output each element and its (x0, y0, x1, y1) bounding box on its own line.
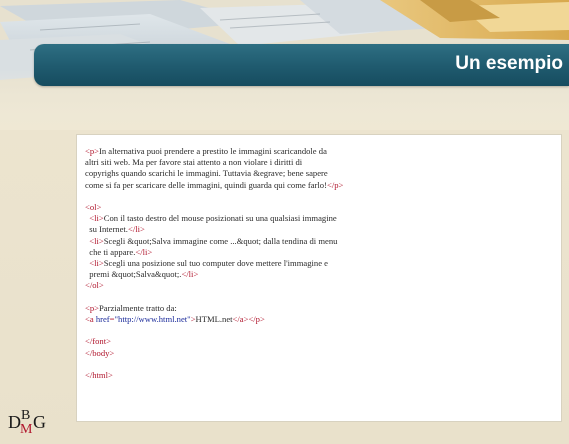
code-line: altri siti web. Ma per favore stai atten… (85, 157, 302, 167)
code-token-tag: <a (85, 314, 96, 324)
code-line: copyrighs quando scarichi le immagini. T… (85, 168, 328, 178)
code-token-tag: </ol> (85, 280, 104, 291)
code-token-txt: In alternativa puoi prendere a prestito … (99, 146, 327, 156)
code-token-tag: <li> (89, 213, 104, 224)
code-token-txt: su Internet. (85, 224, 128, 235)
code-line: premi &quot;Salva&quot;.</li> (85, 269, 198, 279)
code-line: <a href="http://www.html.net">HTML.net</… (85, 314, 265, 324)
code-token-tag: </html> (85, 370, 113, 380)
slide-title: Un esempio (455, 53, 563, 74)
code-token-tag: <li> (89, 235, 104, 246)
code-line: </ol> (85, 280, 104, 290)
code-token-txt: premi &quot;Salva&quot;. (85, 269, 182, 280)
code-token-tag: <ol> (85, 202, 102, 212)
code-line: su Internet.</li> (85, 224, 145, 234)
code-line: <p>In alternativa puoi prendere a presti… (85, 146, 327, 156)
code-line: </body> (85, 348, 114, 358)
code-token-tag: </a></p> (232, 314, 265, 324)
code-line: <li>Con il tasto destro del mouse posizi… (85, 213, 337, 224)
code-token-txt: Scegli &quot;Salva immagine come ...&quo… (103, 235, 338, 246)
code-token-tag: </body> (85, 347, 115, 358)
code-token-txt: altri siti web. Ma per favore stai atten… (85, 157, 303, 168)
logo-letter-m: M (20, 422, 33, 436)
code-token-tag: </li> (135, 246, 153, 257)
code-token-tag: </li> (181, 269, 199, 280)
code-line: che ti appare.</li> (85, 247, 152, 257)
code-line: <li>Scegli &quot;Salva immagine come ...… (85, 236, 337, 246)
logo-letter-b: B (21, 408, 30, 423)
code-token-tag: </li> (127, 224, 145, 235)
code-token-attr: href (95, 314, 110, 324)
code-token-txt: HTML.net (195, 314, 233, 324)
code-token-txt: Con il tasto destro del mouse posizionat… (103, 213, 337, 224)
title-bar: Un esempio (34, 44, 569, 86)
code-token-tag: <p> (85, 302, 99, 313)
dbmg-logo: D B M G (6, 402, 66, 437)
code-line: </html> (85, 370, 113, 380)
code-line: come si fa per scaricare delle immagini,… (85, 180, 343, 190)
code-token-txt: Scegli una posizione sul tuo computer do… (103, 258, 328, 268)
code-token-txt: come si fa per scaricare delle immagini,… (85, 179, 327, 190)
code-line: <p>Parzialmente tratto da: (85, 303, 177, 313)
code-token-tag: <li> (89, 258, 104, 268)
code-token-str: "http://www.html.net" (114, 314, 191, 324)
code-token-txt: copyrighs quando scarichi le immagini. T… (85, 168, 328, 179)
code-token-txt: che ti appare. (85, 246, 136, 257)
code-line: </font> (85, 336, 111, 346)
code-screenshot: <p>In alternativa puoi prendere a presti… (76, 134, 562, 422)
code-token-tag: </font> (85, 336, 111, 347)
code-line: <ol> (85, 202, 101, 212)
logo-letter-g: G (33, 412, 46, 432)
code-token-tag: </p> (326, 179, 344, 190)
code-line: <li>Scegli una posizione sul tuo compute… (85, 258, 328, 268)
code-token-tag: <p> (85, 146, 99, 156)
code-token-txt: Parzialmente tratto da: (99, 302, 177, 313)
